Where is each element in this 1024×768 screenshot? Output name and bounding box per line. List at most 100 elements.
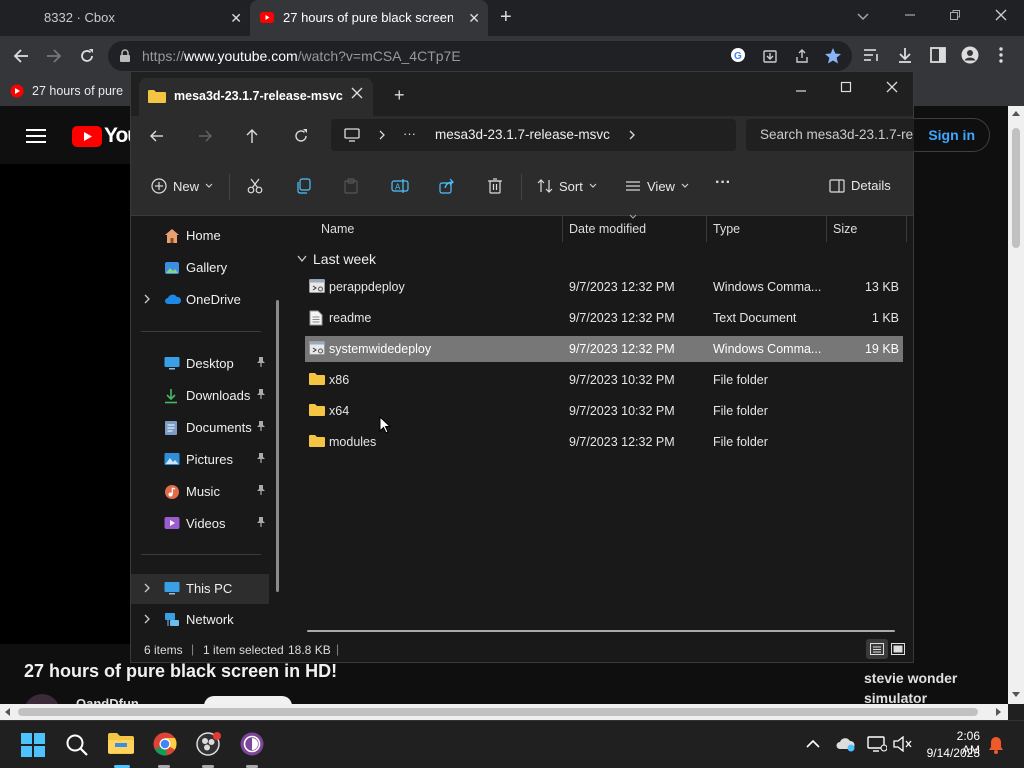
table-row[interactable]: x86 9/7/2023 10:32 PM File folder <box>305 367 903 393</box>
forward-arrow-icon[interactable] <box>45 47 63 65</box>
pin-icon[interactable] <box>256 516 266 528</box>
downloads-icon[interactable] <box>896 46 914 64</box>
chevron-right-icon[interactable] <box>143 582 151 594</box>
nav-item-gallery[interactable]: Gallery <box>131 254 289 282</box>
show-hidden-icons-chevron-icon[interactable] <box>806 739 820 749</box>
reload-icon[interactable] <box>78 47 96 65</box>
forward-arrow-icon[interactable] <box>197 129 213 143</box>
tab-search-chevron-icon[interactable] <box>856 9 870 23</box>
clock-date[interactable]: 9/14/2023 <box>922 746 980 760</box>
share-icon[interactable] <box>794 48 810 64</box>
nav-scrollbar-thumb[interactable] <box>276 300 279 592</box>
window-close-icon[interactable] <box>885 80 899 94</box>
chevron-right-icon[interactable] <box>143 613 151 625</box>
table-row[interactable]: readme 9/7/2023 12:32 PM Text Document 1… <box>305 305 903 331</box>
new-tab-button[interactable]: + <box>500 6 512 29</box>
pin-icon[interactable] <box>256 420 266 432</box>
volume-muted-icon[interactable] <box>893 736 913 752</box>
explorer-search-box[interactable]: Search mesa3d-23.1.7-re <box>746 119 914 151</box>
nav-item-videos[interactable]: Videos <box>131 510 289 538</box>
column-header-name[interactable]: Name <box>315 216 563 242</box>
column-header-type[interactable]: Type <box>707 216 827 242</box>
rename-icon[interactable]: A <box>391 178 409 194</box>
explorer-new-tab-button[interactable]: + <box>394 85 405 106</box>
suggestion-title-line1[interactable]: stevie wonder <box>864 670 957 686</box>
youtube-logo-icon[interactable] <box>72 126 102 147</box>
tor-browser-taskbar-icon[interactable] <box>240 732 264 756</box>
hamburger-menu-icon[interactable] <box>26 128 46 144</box>
refresh-icon[interactable] <box>293 128 309 144</box>
nav-item-pictures[interactable]: Pictures <box>131 446 289 474</box>
nav-item-thispc[interactable]: This PC <box>131 574 269 604</box>
file-explorer-taskbar-icon[interactable] <box>108 731 134 755</box>
reading-list-icon[interactable] <box>862 46 880 64</box>
monitor-icon[interactable] <box>344 128 360 142</box>
copy-icon[interactable] <box>295 178 311 194</box>
breadcrumb-chevron-icon[interactable] <box>628 130 636 140</box>
horizontal-scrollbar-thumb[interactable] <box>307 630 895 632</box>
close-tab-icon[interactable] <box>351 87 363 99</box>
nav-item-music[interactable]: Music <box>131 478 289 506</box>
pin-icon[interactable] <box>256 452 266 464</box>
profile-icon[interactable] <box>961 46 979 64</box>
group-header-last-week[interactable]: Last week <box>297 248 376 270</box>
nav-item-home[interactable]: Home <box>131 222 289 250</box>
browser-menu-icon[interactable] <box>996 46 1006 64</box>
browser-close-icon[interactable] <box>994 8 1008 22</box>
lock-icon[interactable] <box>119 49 131 63</box>
breadcrumb-chevron-icon[interactable] <box>378 130 386 140</box>
window-maximize-icon[interactable] <box>839 80 853 94</box>
search-icon[interactable] <box>65 733 89 757</box>
window-minimize-icon[interactable] <box>794 84 808 98</box>
back-arrow-icon[interactable] <box>12 47 30 65</box>
table-row[interactable]: modules 9/7/2023 12:32 PM File folder <box>305 429 903 455</box>
cut-icon[interactable] <box>247 178 263 194</box>
back-arrow-icon[interactable] <box>149 129 165 143</box>
share-icon[interactable] <box>439 178 455 194</box>
thumbnail-view-icon[interactable] <box>891 643 905 655</box>
browser-restore-icon[interactable] <box>948 8 962 22</box>
paste-icon[interactable] <box>343 178 359 194</box>
sort-button[interactable]: Sort <box>537 178 597 194</box>
explorer-address-bar[interactable]: ··· mesa3d-23.1.7-release-msvc <box>331 119 736 151</box>
obs-taskbar-icon[interactable] <box>196 732 222 756</box>
horizontal-scrollbar[interactable] <box>0 704 1008 720</box>
table-row[interactable]: perappdeploy 9/7/2023 12:32 PM Windows C… <box>305 274 903 300</box>
bookmark-star-icon[interactable] <box>824 47 842 65</box>
pin-icon[interactable] <box>256 484 266 496</box>
nav-item-downloads[interactable]: Downloads <box>131 382 289 410</box>
horizontal-scrollbar-thumb[interactable] <box>18 708 978 716</box>
close-tab-icon[interactable]: ✕ <box>230 10 242 27</box>
network-tray-icon[interactable] <box>867 736 887 752</box>
nav-item-onedrive[interactable]: OneDrive <box>131 286 289 314</box>
breadcrumb-folder[interactable]: mesa3d-23.1.7-release-msvc <box>435 127 610 142</box>
side-panel-icon[interactable] <box>929 46 947 64</box>
windows-start-icon[interactable] <box>21 733 45 757</box>
onedrive-tray-icon[interactable] <box>836 736 856 752</box>
see-more-button[interactable]: ··· <box>715 174 731 192</box>
delete-icon[interactable] <box>487 178 503 194</box>
column-header-date[interactable]: Date modified <box>563 216 707 242</box>
details-button[interactable]: Details <box>829 178 891 193</box>
close-tab-icon[interactable]: ✕ <box>468 10 480 27</box>
table-row-selected[interactable]: systemwidedeploy 9/7/2023 12:32 PM Windo… <box>305 336 903 362</box>
vertical-scrollbar[interactable] <box>1008 106 1024 704</box>
up-arrow-icon[interactable] <box>245 128 259 144</box>
explorer-tab[interactable]: mesa3d-23.1.7-release-msvc <box>139 78 373 116</box>
pin-icon[interactable] <box>256 388 266 400</box>
address-bar[interactable]: https://www.youtube.com/watch?v=mCSA_4CT… <box>108 41 852 71</box>
new-button[interactable]: New <box>151 178 213 194</box>
breadcrumb-overflow[interactable]: ··· <box>403 126 416 141</box>
channel-name[interactable]: OandDfun <box>76 696 139 704</box>
google-lens-icon[interactable]: G <box>730 47 746 63</box>
browser-tab-youtube[interactable]: 27 hours of pure black screen in ✕ <box>250 0 488 36</box>
notification-bell-icon[interactable] <box>988 736 1004 754</box>
nav-item-desktop[interactable]: Desktop <box>131 350 289 378</box>
install-app-icon[interactable] <box>762 48 778 64</box>
details-view-button[interactable] <box>866 639 888 659</box>
pin-icon[interactable] <box>256 356 266 368</box>
view-button[interactable]: View <box>625 178 689 194</box>
chrome-taskbar-icon[interactable] <box>153 732 177 756</box>
bookmark-item[interactable]: 27 hours of pure <box>10 80 123 102</box>
nav-item-documents[interactable]: Documents <box>131 414 289 442</box>
